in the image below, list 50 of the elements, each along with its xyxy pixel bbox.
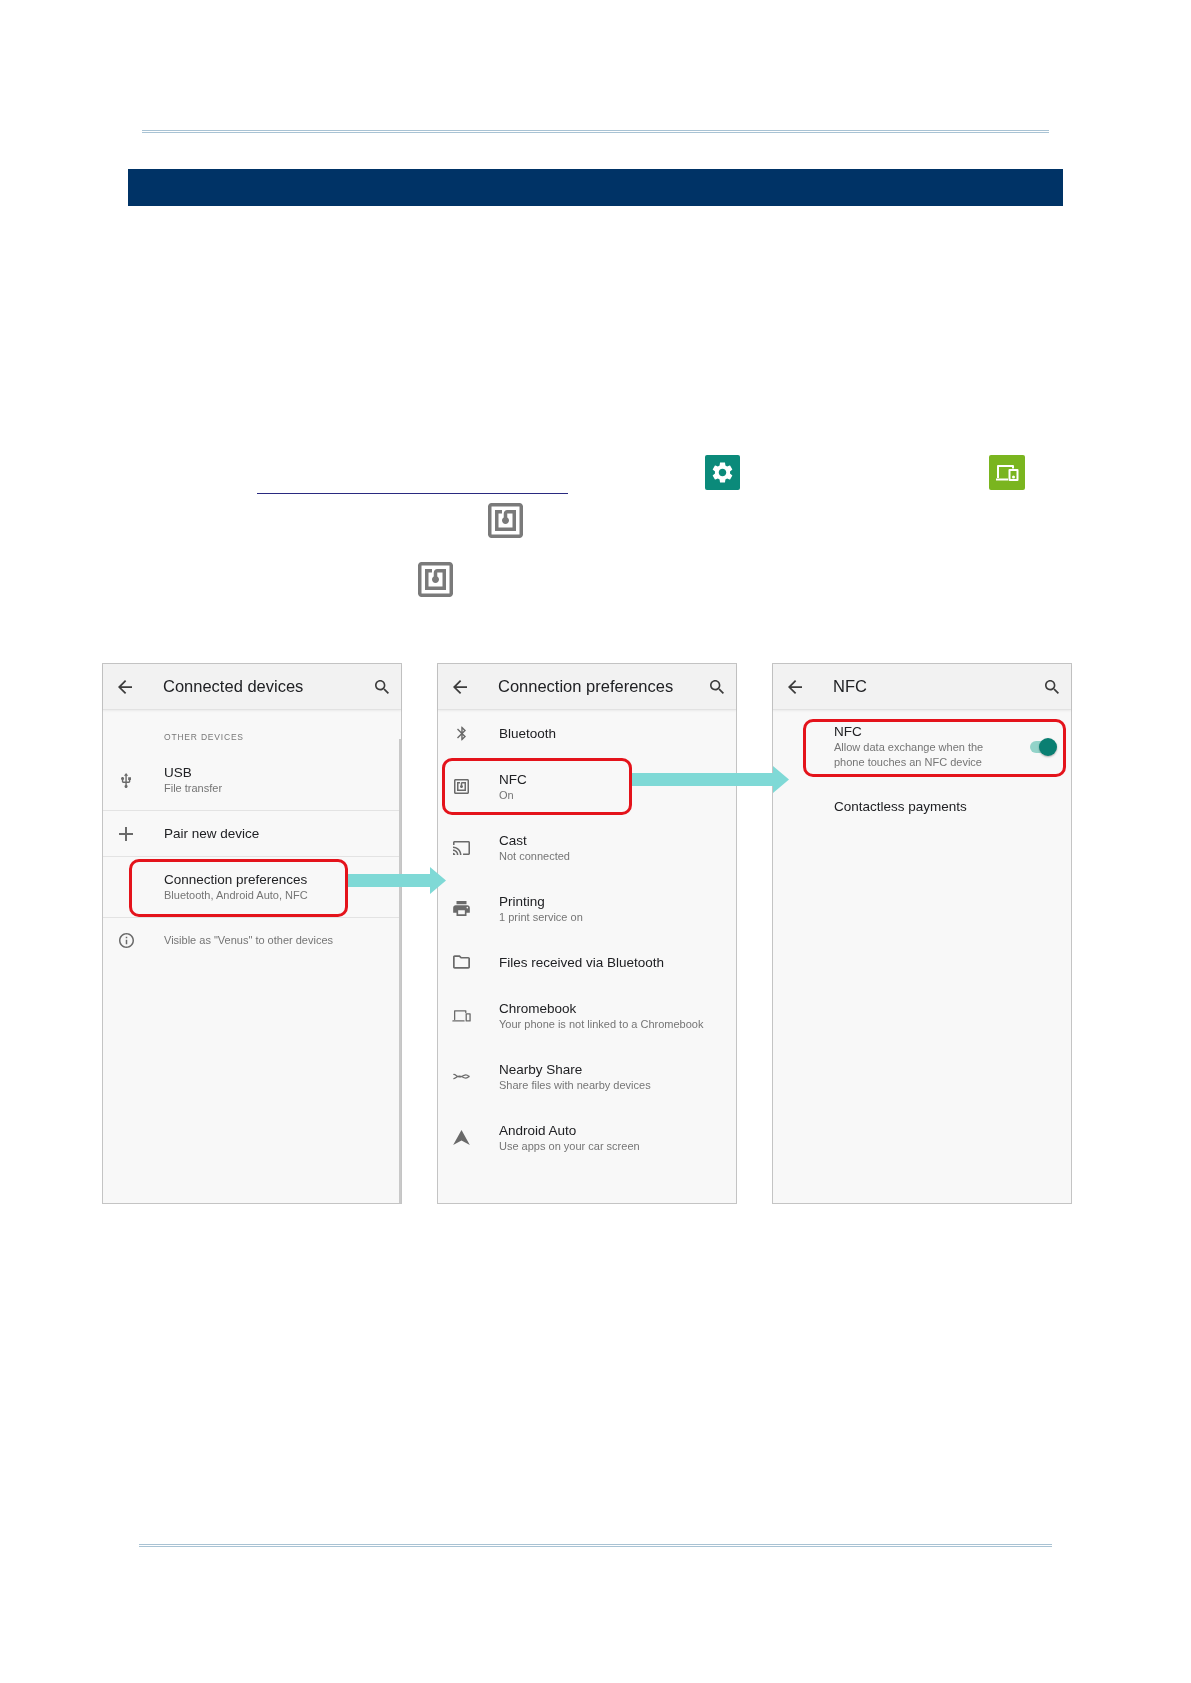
- item-summary: On: [499, 787, 515, 803]
- item-title[interactable]: Connection preferences: [164, 871, 308, 888]
- item-title[interactable]: Contactless payments: [834, 797, 967, 815]
- item-summary: Use apps on your car screen: [499, 1138, 640, 1154]
- item-summary: File transfer: [164, 781, 223, 796]
- item-title[interactable]: Nearby Share: [499, 1060, 651, 1078]
- footer-note: Visible as "Venus" to other devices: [164, 934, 334, 946]
- nfc-icon: [453, 779, 469, 794]
- item-summary: 1 print service on: [499, 909, 583, 925]
- item-summary: Bluetooth, Android Auto, NFC: [164, 888, 308, 903]
- section-header: OTHER DEVICES: [164, 731, 244, 743]
- item-title[interactable]: Chromebook: [499, 999, 704, 1017]
- screen-title: NFC: [833, 677, 868, 696]
- nfc-icon: [488, 503, 523, 538]
- search-icon[interactable]: [1045, 679, 1059, 694]
- item-title[interactable]: NFC: [499, 770, 527, 788]
- folder-icon: [452, 955, 470, 969]
- cast-icon: [452, 840, 470, 855]
- item-summary: Your phone is not linked to a Chromebook: [499, 1016, 704, 1032]
- item-summary: Allow data exchange when the phone touches an NFC device: [834, 740, 985, 770]
- navigation-arrow-icon: [452, 1130, 470, 1145]
- plus-icon: [119, 826, 133, 841]
- back-arrow-icon[interactable]: [788, 679, 802, 694]
- back-arrow-icon[interactable]: [453, 679, 467, 694]
- item-title[interactable]: USB: [164, 764, 223, 781]
- item-title[interactable]: Pair new device: [164, 825, 260, 842]
- devices-icon: [989, 455, 1025, 490]
- item-title[interactable]: NFC: [834, 723, 1009, 740]
- settings-icon: [705, 455, 740, 490]
- usb-icon: [121, 772, 131, 788]
- scrollbar[interactable]: [399, 739, 401, 1203]
- bluetooth-icon: [456, 725, 466, 741]
- info-icon: [118, 932, 134, 948]
- item-summary: Share files with nearby devices: [499, 1077, 651, 1093]
- back-arrow-icon[interactable]: [118, 679, 132, 694]
- search-icon[interactable]: [375, 679, 389, 694]
- item-title[interactable]: Printing: [499, 892, 583, 910]
- item-title[interactable]: Cast: [499, 831, 570, 849]
- screen-title: Connected devices: [163, 677, 305, 696]
- crossed-waves-icon: [452, 1072, 470, 1081]
- screen-title: Connection preferences: [498, 677, 675, 696]
- toggle-switch[interactable]: [1029, 737, 1057, 756]
- item-title[interactable]: Bluetooth: [499, 724, 557, 742]
- printer-icon: [452, 901, 470, 916]
- item-title[interactable]: Files received via Bluetooth: [499, 953, 665, 971]
- item-title[interactable]: Android Auto: [499, 1121, 640, 1139]
- search-icon[interactable]: [710, 679, 724, 694]
- laptop-phone-icon: [451, 1009, 471, 1022]
- item-summary: Not connected: [499, 848, 570, 864]
- nfc-icon: [418, 562, 453, 597]
